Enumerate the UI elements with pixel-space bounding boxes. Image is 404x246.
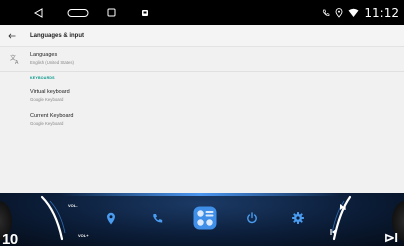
virtual-keyboard-item[interactable]: Virtual keyboard Google Keyboard (0, 85, 404, 107)
car-dock-bar: 10 ⊳I VOL- VOL+ (0, 193, 404, 246)
location-icon (107, 212, 115, 224)
power-button[interactable] (241, 207, 263, 229)
previous-track-icon[interactable] (330, 229, 336, 235)
current-keyboard-item[interactable]: Current Keyboard Google Keyboard (0, 109, 404, 131)
volume-arc-icon (40, 195, 66, 241)
phone-icon (323, 9, 330, 16)
back-triangle-icon (34, 7, 43, 18)
section-divider (0, 71, 404, 72)
apps-grid-icon (193, 206, 217, 230)
track-arc-icon (331, 195, 352, 241)
settings-button[interactable] (287, 207, 309, 229)
settings-icon (292, 212, 304, 224)
page-title: Languages & input (30, 32, 84, 39)
nav-recents-button[interactable] (104, 0, 118, 25)
power-icon (247, 212, 257, 224)
current-keyboard-subtitle: Google Keyboard (30, 121, 64, 126)
volume-dial[interactable] (40, 193, 100, 246)
dock-glow (60, 193, 340, 196)
languages-subtitle: English (United States) (30, 60, 74, 65)
app-bar: Languages & input (0, 25, 404, 47)
status-icons: 11:12 (322, 0, 399, 25)
phone-icon (152, 213, 162, 223)
navigation-button[interactable] (100, 207, 122, 229)
notification-icon (142, 9, 148, 16)
volume-up-label[interactable]: VOL+ (78, 233, 89, 238)
location-icon (335, 7, 343, 18)
arrow-left-icon (8, 33, 16, 38)
track-dial[interactable] (326, 193, 356, 246)
notification-indicator (140, 0, 150, 25)
nav-home-button[interactable] (66, 0, 90, 25)
settings-screen: Languages & input 文A Languages English (… (0, 25, 404, 193)
clock: 11:12 (364, 5, 399, 20)
virtual-keyboard-subtitle: Google Keyboard (30, 97, 64, 102)
back-button[interactable] (0, 25, 24, 47)
translate-icon: 文A (10, 54, 19, 64)
nav-back-button[interactable] (28, 0, 50, 25)
phone-button[interactable] (146, 207, 168, 229)
recents-square-icon (107, 8, 115, 17)
left-corner-text: 10 (2, 231, 18, 246)
next-track-icon[interactable] (340, 204, 346, 210)
wifi-icon (348, 8, 359, 17)
current-keyboard-title: Current Keyboard (30, 113, 74, 119)
languages-item[interactable]: 文A Languages English (United States) (0, 48, 404, 70)
volume-down-label[interactable]: VOL- (68, 203, 78, 208)
keyboards-section-header: KEYBOARDS (30, 76, 55, 80)
system-status-bar: 11:12 (0, 0, 404, 25)
languages-title: Languages (30, 52, 58, 58)
apps-button[interactable] (192, 205, 218, 231)
virtual-keyboard-title: Virtual keyboard (30, 89, 70, 95)
home-pill-icon (67, 8, 89, 17)
svg-text:A: A (15, 60, 19, 64)
next-track-label[interactable]: ⊳I (384, 230, 398, 246)
